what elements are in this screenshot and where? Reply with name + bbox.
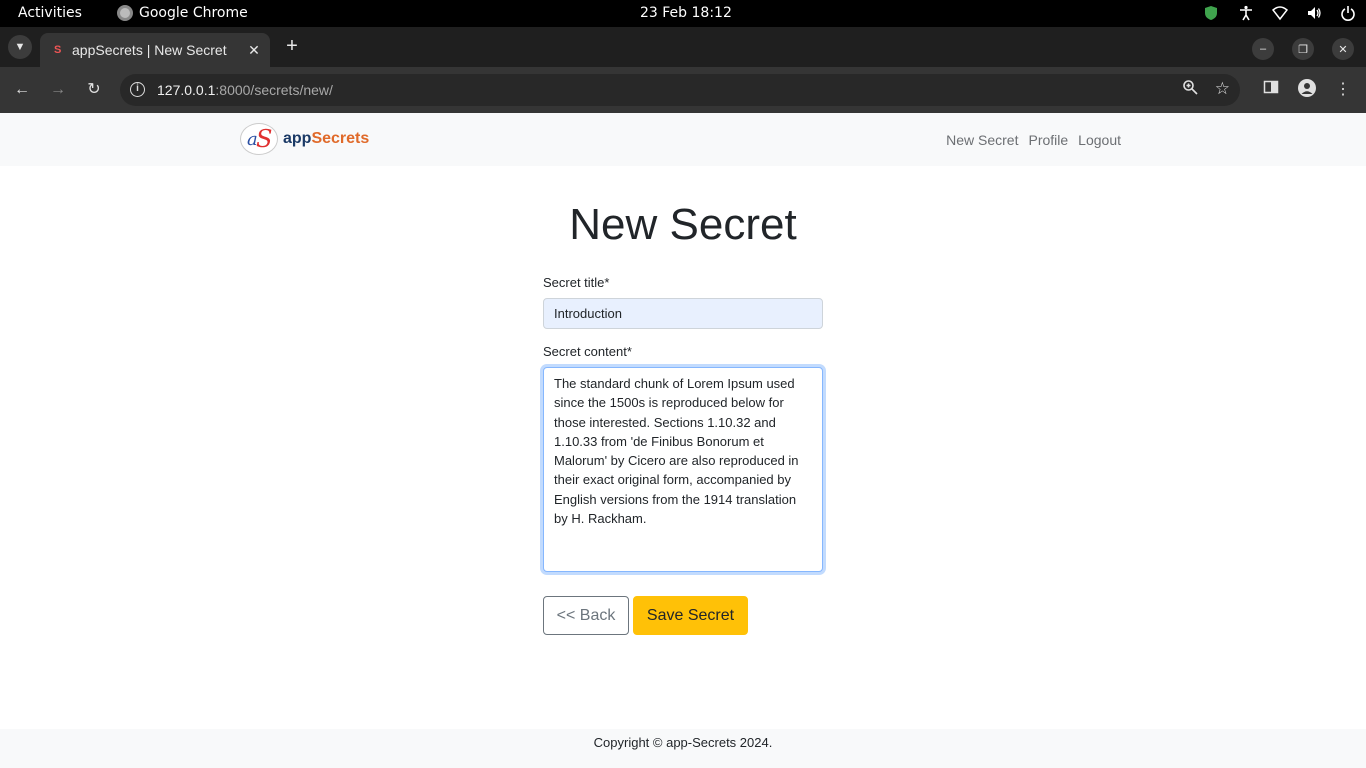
nav-new-secret[interactable]: New Secret bbox=[946, 132, 1018, 148]
wifi-icon bbox=[1271, 5, 1289, 21]
site-navbar: aS appSecrets New Secret Profile Logout bbox=[0, 113, 1366, 166]
close-window-button[interactable]: ✕ bbox=[1332, 38, 1354, 60]
close-icon: ✕ bbox=[1338, 43, 1348, 56]
restore-icon: ❐ bbox=[1298, 43, 1308, 56]
url-text[interactable]: 127.0.0.1:8000/secrets/new/ bbox=[157, 82, 333, 98]
form-buttons: << Back Save Secret bbox=[543, 596, 748, 635]
activities-button[interactable]: Activities bbox=[18, 5, 82, 21]
tab-strip: ▼ S appSecrets | New Secret ✕ + – ❐ ✕ bbox=[0, 27, 1366, 67]
nav-logout[interactable]: Logout bbox=[1078, 132, 1121, 148]
nav-profile[interactable]: Profile bbox=[1028, 132, 1068, 148]
tab-active[interactable]: S appSecrets | New Secret ✕ bbox=[40, 33, 270, 67]
power-icon bbox=[1340, 5, 1356, 21]
side-panel-icon[interactable] bbox=[1260, 79, 1282, 101]
minimize-button[interactable]: – bbox=[1252, 38, 1274, 60]
minimize-icon: – bbox=[1259, 43, 1267, 55]
brand-name: appSecrets bbox=[283, 130, 370, 147]
forward-arrow-icon[interactable]: → bbox=[47, 79, 69, 101]
nav-links: New Secret Profile Logout bbox=[936, 132, 1121, 148]
new-tab-button[interactable]: + bbox=[282, 35, 302, 59]
app-name: Google Chrome bbox=[139, 5, 248, 21]
profile-icon[interactable] bbox=[1296, 79, 1318, 101]
brand-link[interactable]: aS appSecrets bbox=[240, 123, 369, 155]
secret-content-textarea[interactable]: The standard chunk of Lorem Ipsum used s… bbox=[543, 367, 823, 572]
app-menu[interactable]: Google Chrome bbox=[117, 5, 248, 21]
system-tray[interactable] bbox=[1186, 5, 1356, 21]
back-button[interactable]: << Back bbox=[543, 596, 629, 635]
site-favicon-icon: S bbox=[54, 44, 62, 56]
volume-icon bbox=[1306, 5, 1322, 21]
address-bar[interactable]: i 127.0.0.1:8000/secrets/new/ ☆ bbox=[120, 74, 1240, 106]
secret-title-input[interactable]: Introduction bbox=[543, 298, 823, 329]
accessibility-icon bbox=[1238, 5, 1254, 21]
reload-icon[interactable]: ↻ bbox=[83, 79, 105, 101]
os-top-bar: Activities Google Chrome 23 Feb 18:12 bbox=[0, 0, 1366, 27]
tab-title: appSecrets | New Secret bbox=[72, 42, 227, 58]
copyright-text: Copyright © app-Secrets 2024. bbox=[593, 735, 773, 750]
secret-content-label: Secret content* bbox=[543, 344, 632, 359]
close-tab-icon[interactable]: ✕ bbox=[246, 42, 262, 59]
zoom-icon[interactable] bbox=[1182, 79, 1198, 100]
secret-title-label: Secret title* bbox=[543, 275, 610, 290]
save-secret-button[interactable]: Save Secret bbox=[633, 596, 748, 635]
browser-toolbar: ← → ↻ i 127.0.0.1:8000/secrets/new/ ☆ ⋮ bbox=[0, 67, 1366, 113]
maximize-button[interactable]: ❐ bbox=[1292, 38, 1314, 60]
chevron-down-icon: ▼ bbox=[14, 41, 26, 53]
page-title: New Secret bbox=[569, 200, 797, 249]
brand-logo: aS bbox=[240, 123, 278, 155]
back-arrow-icon[interactable]: ← bbox=[11, 79, 33, 101]
site-info-icon[interactable]: i bbox=[130, 82, 145, 97]
clock[interactable]: 23 Feb 18:12 bbox=[640, 5, 732, 21]
footer: Copyright © app-Secrets 2024. bbox=[0, 729, 1366, 768]
shield-icon bbox=[1204, 5, 1220, 21]
new-secret-form: Secret title* Introduction Secret conten… bbox=[543, 275, 823, 572]
chrome-icon bbox=[117, 5, 133, 21]
more-menu-icon[interactable]: ⋮ bbox=[1332, 79, 1354, 101]
bookmark-star-icon[interactable]: ☆ bbox=[1215, 79, 1230, 99]
tab-search-button[interactable]: ▼ bbox=[8, 35, 32, 59]
